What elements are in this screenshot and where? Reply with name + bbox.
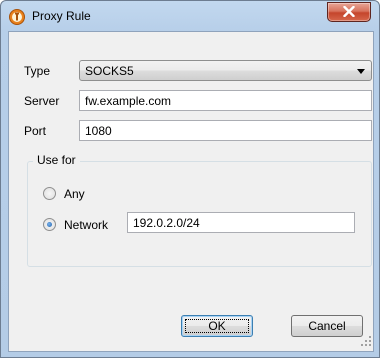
server-label: Server — [24, 94, 60, 108]
use-for-title: Use for — [33, 153, 80, 167]
server-input[interactable] — [80, 91, 371, 110]
network-radio-label[interactable]: Network — [64, 218, 108, 232]
server-field[interactable] — [79, 90, 372, 111]
dialog-window: Proxy Rule Type SOCKS5 Server Port Use f… — [0, 0, 380, 358]
port-field[interactable] — [79, 120, 372, 141]
port-input[interactable] — [80, 121, 371, 140]
network-input[interactable] — [128, 213, 354, 232]
port-label: Port — [24, 124, 47, 138]
type-select-value: SOCKS5 — [85, 64, 134, 78]
ok-button[interactable]: OK — [181, 315, 253, 337]
title-bar[interactable]: Proxy Rule — [1, 1, 379, 31]
focus-rect — [185, 319, 249, 333]
type-select[interactable]: SOCKS5 — [79, 60, 372, 81]
cancel-button-label: Cancel — [308, 319, 346, 333]
tor-onion-icon — [9, 9, 25, 25]
chevron-down-icon — [357, 69, 365, 74]
close-icon — [343, 6, 355, 17]
dialog-content: Type SOCKS5 Server Port Use for Any Netw… — [8, 31, 374, 352]
resize-grip-icon[interactable] — [361, 336, 372, 347]
any-radio-label[interactable]: Any — [64, 187, 85, 201]
any-radio[interactable] — [43, 187, 56, 200]
close-button[interactable] — [327, 2, 371, 22]
network-radio[interactable] — [43, 218, 56, 231]
type-label: Type — [24, 64, 51, 78]
window-title: Proxy Rule — [32, 9, 91, 23]
cancel-button[interactable]: Cancel — [291, 315, 363, 337]
network-field[interactable] — [127, 212, 355, 233]
